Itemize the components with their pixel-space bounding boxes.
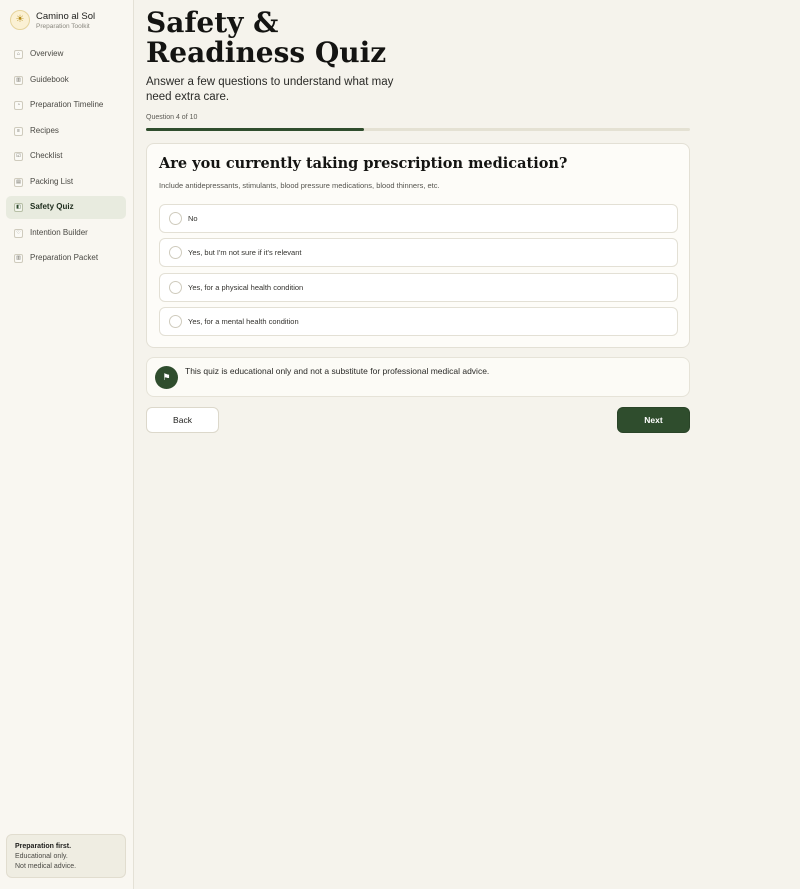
disclaimer-text: This quiz is educational only and not a … xyxy=(185,366,490,376)
sidebar-item-label: Preparation Timeline xyxy=(30,100,104,109)
brand-title: Camino al Sol xyxy=(36,11,96,22)
shield-icon: ◧ xyxy=(14,203,23,212)
home-icon: ⌂ xyxy=(14,50,23,59)
recipes-icon: ≡ xyxy=(14,126,23,136)
option-label: Yes, for a physical health condition xyxy=(188,283,304,292)
sidebar-item-label: Overview xyxy=(30,49,64,58)
sidebar: ☀ Camino al Sol Preparation Toolkit ⌂ Ov… xyxy=(0,0,134,889)
answer-option-yes-physical[interactable]: Yes, for a physical health condition xyxy=(159,273,678,302)
sidebar-item-recipes[interactable]: ≡ Recipes xyxy=(6,120,126,143)
question-text: Are you currently taking prescription me… xyxy=(159,155,568,172)
sidebar-item-guidebook[interactable]: ▥ Guidebook xyxy=(6,69,126,92)
brand-subtitle: Preparation Toolkit xyxy=(36,23,90,30)
disclaimer-banner: ⚑ This quiz is educational only and not … xyxy=(146,357,690,397)
sidebar-nav: ⌂ Overview ▥ Guidebook ◔ Preparation Tim… xyxy=(6,43,126,273)
radio-button[interactable] xyxy=(169,315,182,328)
sidebar-item-label: Checklist xyxy=(30,151,63,160)
sidebar-disclaimer-note: Preparation first. Educational only. Not… xyxy=(6,834,126,878)
option-label: Yes, for a mental health condition xyxy=(188,317,299,326)
sun-icon: ☀ xyxy=(10,10,30,30)
question-card: Are you currently taking prescription me… xyxy=(146,143,690,348)
answer-option-yes-mental[interactable]: Yes, for a mental health condition xyxy=(159,307,678,336)
sidebar-item-preparation-timeline[interactable]: ◔ Preparation Timeline xyxy=(6,94,126,117)
sidebar-item-label: Preparation Packet xyxy=(30,253,99,262)
checklist-icon: ☑ xyxy=(14,152,23,161)
answer-option-yes-unsure[interactable]: Yes, but I'm not sure if it's relevant xyxy=(159,238,678,267)
brand[interactable]: ☀ Camino al Sol Preparation Toolkit xyxy=(10,10,130,32)
sidebar-item-label: Guidebook xyxy=(30,74,69,84)
note-line: Not medical advice. xyxy=(15,863,77,870)
note-line: Educational only. xyxy=(15,853,68,860)
timeline-icon: ◔ xyxy=(14,101,23,110)
packing-icon: ▤ xyxy=(14,177,23,187)
back-button[interactable]: Back xyxy=(146,407,219,433)
radio-button[interactable] xyxy=(169,281,182,294)
option-label: No xyxy=(188,214,198,223)
sidebar-item-packing-list[interactable]: ▤ Packing List xyxy=(6,171,126,194)
sidebar-item-label: Intention Builder xyxy=(30,227,88,237)
sidebar-item-intention-builder[interactable]: ♡ Intention Builder xyxy=(6,222,126,245)
sidebar-item-overview[interactable]: ⌂ Overview xyxy=(6,43,126,66)
radio-button[interactable] xyxy=(169,212,182,225)
sidebar-item-label: Recipes xyxy=(30,125,59,135)
option-label: Yes, but I'm not sure if it's relevant xyxy=(188,248,302,257)
sidebar-item-label: Packing List xyxy=(30,176,74,186)
sidebar-item-preparation-packet[interactable]: ▥ Preparation Packet xyxy=(6,247,126,270)
sidebar-item-safety-quiz[interactable]: ◧ Safety Quiz xyxy=(6,196,126,219)
sidebar-item-label: Safety Quiz xyxy=(30,202,74,211)
heart-icon: ♡ xyxy=(14,228,23,238)
radio-button[interactable] xyxy=(169,246,182,259)
packet-icon: ▥ xyxy=(14,254,23,263)
question-hint: Include antidepressants, stimulants, blo… xyxy=(159,181,440,190)
progress-bar xyxy=(146,128,690,131)
note-title: Preparation first. xyxy=(15,843,72,850)
progress-label: Question 4 of 10 xyxy=(146,114,198,121)
book-icon: ▥ xyxy=(14,75,23,85)
progress-fill xyxy=(146,128,364,131)
flag-icon: ⚑ xyxy=(155,366,178,389)
page-title: Safety & Readiness Quiz xyxy=(146,6,387,69)
sidebar-item-checklist[interactable]: ☑ Checklist xyxy=(6,145,126,168)
page-subtitle: Answer a few questions to understand wha… xyxy=(146,76,394,103)
next-button[interactable]: Next xyxy=(617,407,690,433)
answer-option-no[interactable]: No xyxy=(159,204,678,233)
